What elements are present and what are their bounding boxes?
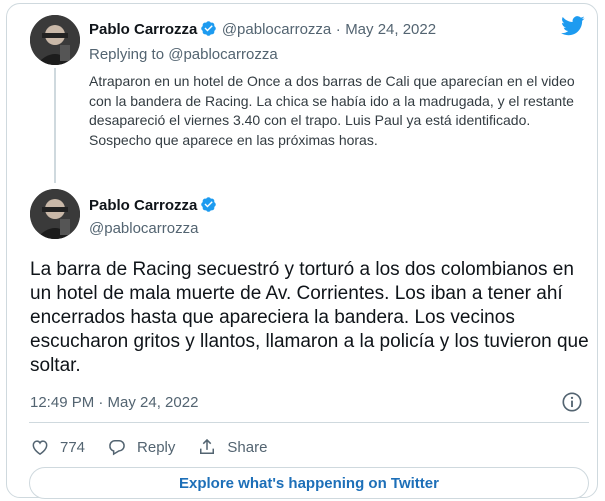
heart-icon — [32, 440, 48, 455]
like-count: 774 — [60, 438, 86, 456]
divider — [29, 422, 589, 423]
share-button[interactable]: Share — [197, 437, 267, 457]
info-icon[interactable] — [561, 391, 583, 413]
parent-tweet-header: Pablo Carrozza @pablocarrozza · May 24, … — [89, 20, 436, 39]
tweet-embed-card: Pablo Carrozza @pablocarrozza · May 24, … — [6, 3, 598, 499]
tweet-date[interactable]: May 24, 2022 — [345, 21, 436, 38]
replying-to-prefix: Replying to — [89, 46, 165, 63]
like-button[interactable]: 774 — [30, 437, 85, 457]
share-icon — [200, 438, 215, 454]
author-handle[interactable]: @pablocarrozza — [89, 220, 198, 237]
thread-connector-line — [54, 68, 56, 183]
reply-button[interactable]: Reply — [107, 437, 175, 457]
reply-label: Reply — [137, 438, 176, 456]
verified-badge-icon — [200, 196, 217, 213]
main-tweet-author-row: Pablo Carrozza — [89, 196, 217, 215]
replying-to-handle[interactable]: @pablocarrozza — [168, 46, 277, 63]
explore-twitter-button[interactable]: Explore what's happening on Twitter — [29, 467, 589, 499]
verified-badge-icon — [200, 20, 217, 37]
avatar[interactable] — [30, 189, 80, 239]
tweet-actions-bar: 774 Reply Share — [30, 436, 289, 458]
replying-to-line: Replying to @pablocarrozza — [89, 46, 278, 63]
avatar[interactable] — [30, 15, 80, 65]
tweet-timestamp[interactable]: 12:49 PM · May 24, 2022 — [30, 394, 198, 411]
share-label: Share — [227, 438, 268, 456]
main-tweet-text: La barra de Racing secuestró y torturó a… — [30, 259, 589, 376]
author-name[interactable]: Pablo Carrozza — [89, 21, 197, 38]
author-name[interactable]: Pablo Carrozza — [89, 197, 197, 214]
separator-dot: · — [335, 21, 341, 38]
reply-bubble-icon — [109, 440, 125, 456]
twitter-bird-icon[interactable] — [561, 15, 585, 37]
parent-tweet-text: Atraparon en un hotel de Once a dos barr… — [89, 73, 575, 148]
author-handle[interactable]: @pablocarrozza — [222, 21, 331, 38]
